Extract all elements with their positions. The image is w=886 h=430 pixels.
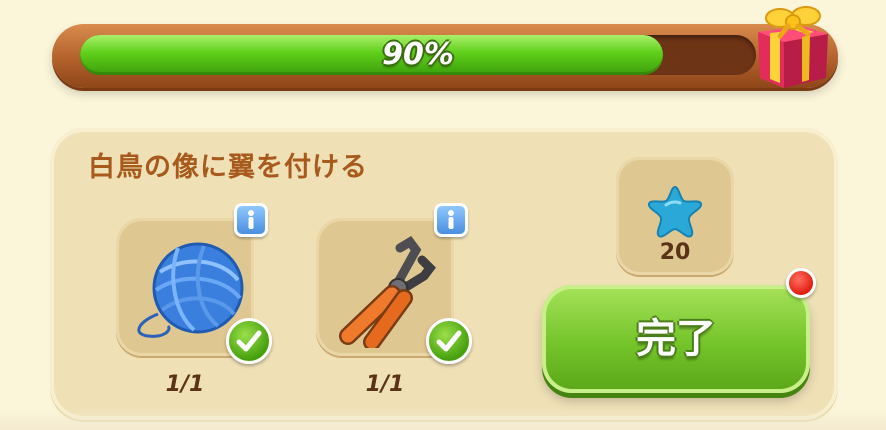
progress-bar: 90% bbox=[80, 35, 756, 75]
info-icon bbox=[248, 210, 254, 229]
yarn-ball-icon bbox=[137, 242, 244, 338]
info-button-pliers[interactable] bbox=[434, 203, 468, 237]
blue-star-icon bbox=[648, 185, 702, 238]
check-icon bbox=[426, 318, 472, 364]
check-icon bbox=[226, 318, 272, 364]
task-title: 白鳥の像に翼を付ける bbox=[88, 152, 368, 183]
gift-box-icon[interactable] bbox=[750, 0, 832, 90]
bottom-fade bbox=[0, 408, 886, 430]
notification-dot bbox=[786, 268, 816, 298]
item-quantity: 1/1 bbox=[365, 372, 405, 397]
progress-label: 90% bbox=[382, 37, 454, 72]
item-quantity: 1/1 bbox=[165, 372, 205, 397]
complete-button-label: 完了 bbox=[636, 316, 716, 362]
reward-count: 20 bbox=[659, 240, 691, 265]
complete-button[interactable]: 完了 bbox=[542, 285, 810, 393]
info-icon bbox=[448, 210, 454, 229]
info-button-yarn[interactable] bbox=[234, 203, 268, 237]
